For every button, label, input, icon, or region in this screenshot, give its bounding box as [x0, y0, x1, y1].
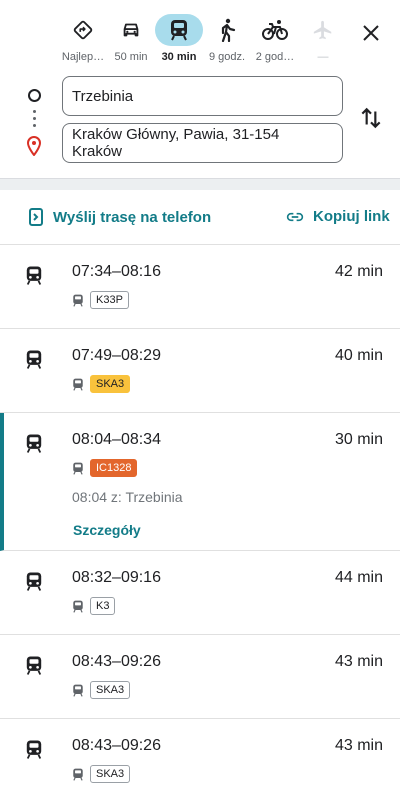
trip-line: IC1328: [72, 459, 138, 477]
train-icon: [155, 14, 203, 46]
swap-icon: [361, 107, 381, 129]
mode-flight-label: —: [317, 51, 329, 63]
line-badge: K33P: [90, 291, 129, 309]
line-badge: SKA3: [90, 681, 131, 699]
departure-info: 08:04 z: Trzebinia: [72, 489, 183, 505]
divider: [0, 178, 400, 190]
line-badge: K3: [90, 597, 116, 615]
swap-button[interactable]: [358, 105, 384, 136]
trip-time: 08:04–08:34: [72, 431, 161, 448]
car-icon: [107, 14, 155, 46]
details-link[interactable]: Szczegóły: [73, 522, 141, 538]
trip-duration: 30 min: [334, 431, 383, 448]
copy-link-label: Kopiuj link: [313, 208, 390, 225]
trip-time: 07:34–08:16: [72, 263, 161, 280]
origin-input[interactable]: Trzebinia: [62, 76, 343, 116]
trip-option-selected[interactable]: 08:04–08:34 30 min IC1328 08:04 z: Trzeb…: [0, 413, 400, 551]
destination-input[interactable]: Kraków Główny, Pawia, 31-154 Kraków: [62, 123, 343, 163]
trip-line: K3: [72, 597, 116, 615]
send-to-phone-label: Wyślij trasę na telefon: [53, 208, 212, 226]
train-small-icon: [73, 768, 83, 781]
train-icon: [25, 433, 43, 459]
phone-send-icon: [29, 208, 43, 226]
travel-mode-bar: Najlep… 50 min 30 min 9 godz. 2 god… —: [0, 0, 400, 70]
directions-diamond-icon: [59, 14, 107, 46]
train-icon: [25, 349, 43, 375]
send-to-phone-button[interactable]: Wyślij trasę na telefon: [28, 208, 211, 226]
route-actions: Wyślij trasę na telefon Kopiuj link: [0, 190, 400, 245]
plane-icon: [299, 14, 347, 46]
trip-option[interactable]: 08:43–09:26 43 min SKA3: [0, 635, 400, 719]
copy-link-button[interactable]: Kopiuj link: [286, 208, 390, 225]
origin-circle-icon: [28, 89, 41, 102]
trip-time: 07:49–08:29: [72, 347, 161, 364]
mode-flight-button[interactable]: —: [298, 12, 348, 68]
train-icon: [25, 571, 43, 597]
trip-duration: 43 min: [334, 737, 383, 754]
trip-option[interactable]: 07:34–08:16 42 min K33P: [0, 245, 400, 329]
trip-option[interactable]: 07:49–08:29 40 min SKA3: [0, 329, 400, 413]
trip-line: SKA3: [72, 765, 131, 783]
trip-option[interactable]: 08:43–09:26 43 min SKA3: [0, 719, 400, 798]
train-icon: [25, 655, 43, 681]
trip-line: K33P: [72, 291, 129, 309]
trip-time: 08:43–09:26: [72, 653, 161, 670]
trip-duration: 42 min: [334, 263, 383, 280]
train-small-icon: [73, 378, 83, 391]
bike-icon: [251, 14, 299, 46]
trip-time: 08:32–09:16: [72, 569, 161, 586]
trip-option[interactable]: 08:32–09:16 44 min K3: [0, 551, 400, 635]
train-icon: [25, 739, 43, 765]
close-button[interactable]: [356, 18, 386, 48]
train-small-icon: [73, 684, 83, 697]
trip-line: SKA3: [72, 375, 131, 393]
train-small-icon: [73, 294, 83, 307]
close-icon: [363, 25, 379, 41]
line-badge: SKA3: [90, 375, 131, 393]
trip-duration: 40 min: [334, 347, 383, 364]
line-badge: IC1328: [90, 459, 138, 477]
train-icon: [25, 265, 43, 291]
trip-line: SKA3: [72, 681, 131, 699]
trip-time: 08:43–09:26: [72, 737, 161, 754]
walk-icon: [203, 14, 251, 46]
route-inputs: Trzebinia Kraków Główny, Pawia, 31-154 K…: [0, 74, 400, 169]
route-dots-icon: [33, 110, 36, 130]
trip-duration: 44 min: [334, 569, 383, 586]
train-small-icon: [73, 462, 83, 475]
link-icon: [286, 212, 304, 221]
trip-duration: 43 min: [334, 653, 383, 670]
train-small-icon: [73, 600, 83, 613]
line-badge: SKA3: [90, 765, 131, 783]
destination-pin-icon: [26, 135, 42, 161]
